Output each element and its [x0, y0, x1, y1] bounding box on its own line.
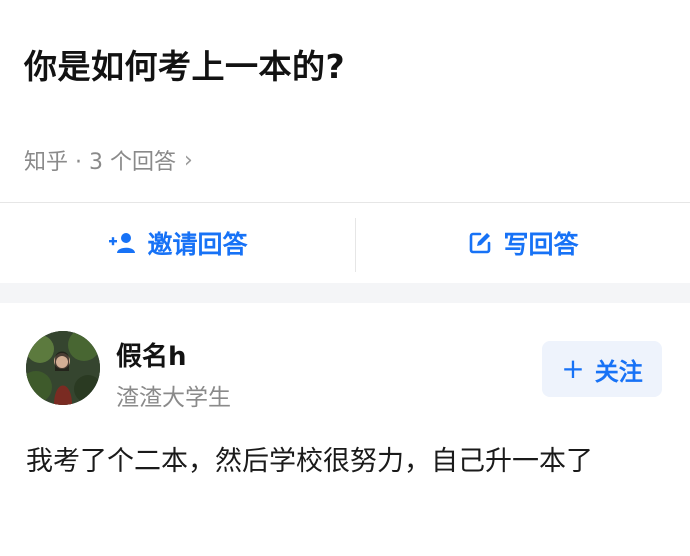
invite-answer-label: 邀请回答 [147, 230, 248, 259]
section-separator [0, 283, 690, 303]
edit-icon [470, 232, 491, 254]
author-bio: 渣渣大学生 [116, 385, 231, 411]
write-answer-label: 写回答 [503, 230, 579, 259]
avatar[interactable] [26, 331, 100, 405]
question-meta[interactable]: 知乎 · 3 个回答 › [24, 144, 193, 176]
actions-divider [355, 218, 356, 272]
add-person-icon [109, 233, 136, 253]
author-name[interactable]: 假名h [116, 336, 187, 373]
write-answer-button[interactable]: 写回答 [356, 203, 690, 283]
follow-label: 关注 [594, 357, 643, 386]
invite-answer-button[interactable]: 邀请回答 [0, 203, 355, 283]
plus-icon: + [561, 352, 585, 385]
avatar-image [26, 331, 100, 405]
follow-button[interactable]: + 关注 [542, 341, 662, 397]
question-meta-text: 知乎 · 3 个回答 [24, 150, 176, 175]
chevron-right-icon: › [183, 147, 193, 173]
answer-content[interactable]: 我考了个二本，然后学校很努力，自己升一本了 [26, 439, 666, 485]
question-title[interactable]: 你是如何考上一本的? [24, 40, 345, 88]
question-actions: 邀请回答 写回答 [0, 203, 690, 283]
